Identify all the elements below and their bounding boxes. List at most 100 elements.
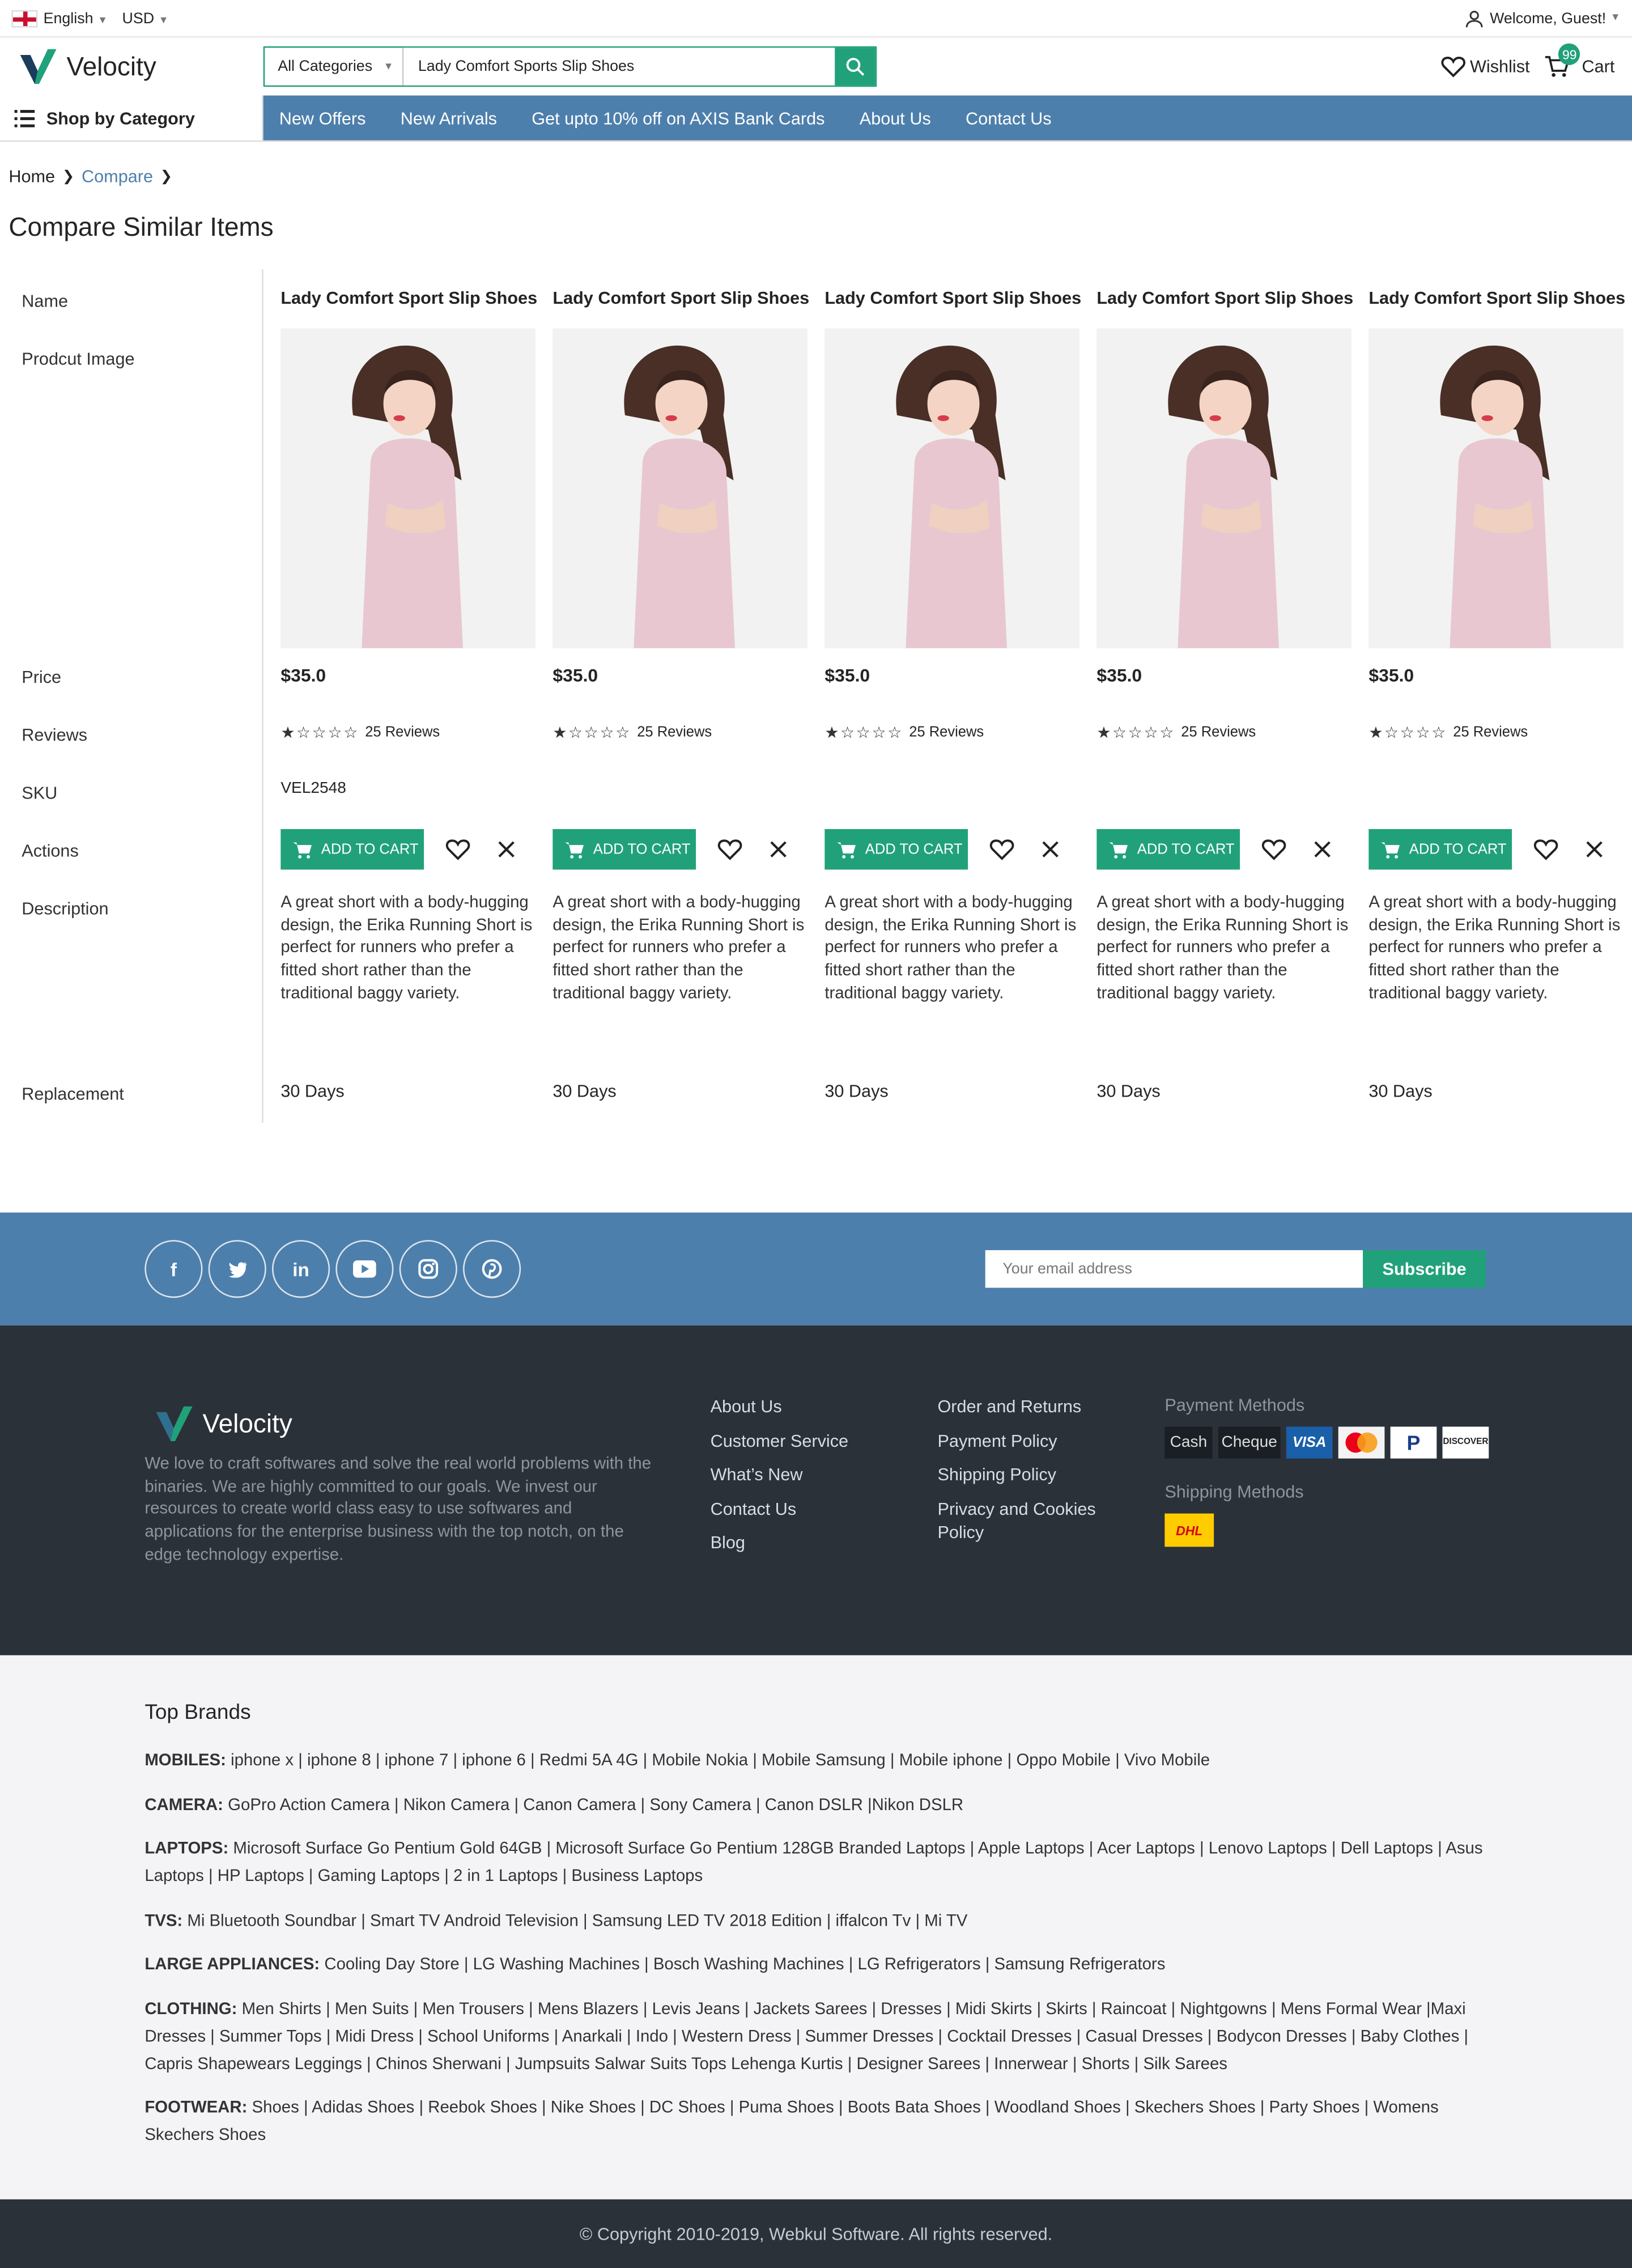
add-to-cart-button[interactable]: ADD TO CART — [824, 829, 968, 870]
brand-group-items[interactable]: Men Shirts | Men Suits | Men Trousers | … — [144, 2001, 1468, 2073]
review-count: 25 Reviews — [637, 725, 712, 741]
footer-link-customer-service[interactable]: Customer Service — [711, 1429, 849, 1452]
footer-logo[interactable]: Velocity — [154, 1404, 292, 1444]
language-selector[interactable]: English ▼ — [44, 10, 108, 27]
heart-icon — [989, 839, 1014, 860]
footer-link-whats-new[interactable]: What’s New — [711, 1463, 849, 1486]
remove-from-compare-button[interactable] — [1307, 834, 1338, 865]
brand-group-items[interactable]: Shoes | Adidas Shoes | Reebok Shoes | Ni… — [144, 2100, 1438, 2144]
product-image[interactable] — [280, 328, 536, 648]
footer-link-contact-us[interactable]: Contact Us — [711, 1497, 849, 1520]
brand-group-label: CAMERA: — [144, 1796, 223, 1814]
remove-from-compare-button[interactable] — [491, 834, 522, 865]
footer-link-shipping-policy[interactable]: Shipping Policy — [937, 1463, 1125, 1486]
remove-from-compare-button[interactable] — [1035, 834, 1066, 865]
search-input[interactable] — [403, 48, 835, 86]
add-to-cart-button[interactable]: ADD TO CART — [552, 829, 696, 870]
pinterest-icon[interactable] — [463, 1240, 521, 1298]
nav-link-axis-offer[interactable]: Get upto 10% off on AXIS Bank Cards — [532, 108, 824, 128]
product-image[interactable] — [1096, 328, 1352, 648]
add-to-wishlist-button[interactable] — [1529, 834, 1561, 865]
breadcrumb-home[interactable]: Home — [8, 167, 55, 187]
velocity-logo-icon — [20, 49, 57, 84]
remove-from-compare-button[interactable] — [763, 834, 794, 865]
add-to-cart-label: ADD TO CART — [593, 841, 691, 857]
payment-methods-title: Payment Methods — [1164, 1395, 1305, 1416]
brand-group-items[interactable]: Mi Bluetooth Soundbar | Smart TV Android… — [187, 1912, 967, 1930]
row-label-actions: Actions — [22, 840, 79, 861]
product-image[interactable] — [1368, 328, 1624, 648]
search-button[interactable] — [835, 48, 876, 86]
add-to-wishlist-button[interactable] — [985, 834, 1017, 865]
footer-link-privacy-policy[interactable]: Privacy and Cookies Policy — [937, 1497, 1125, 1543]
product-reviews[interactable]: ★☆☆☆☆ 25 Reviews — [824, 724, 984, 742]
shipping-methods-title: Shipping Methods — [1164, 1481, 1304, 1502]
brand-group-items[interactable]: iphone x | iphone 8 | iphone 7 | iphone … — [231, 1752, 1210, 1770]
nav-link-new-arrivals[interactable]: New Arrivals — [401, 108, 497, 128]
nav-link-about-us[interactable]: About Us — [860, 108, 931, 128]
heart-icon — [1441, 57, 1465, 78]
top-bar: English ▼ USD ▼ Welcome, Guest! ▼ — [0, 0, 1632, 38]
category-select[interactable]: All Categories ▼ — [265, 48, 404, 86]
add-to-wishlist-button[interactable] — [441, 834, 473, 865]
add-to-cart-label: ADD TO CART — [1409, 841, 1507, 857]
product-name[interactable]: Lady Comfort Sport Slip Shoes — [280, 288, 537, 308]
star-rating-icon: ★☆☆☆☆ — [824, 725, 903, 742]
footer-link-order-returns[interactable]: Order and Returns — [937, 1395, 1125, 1418]
product-name[interactable]: Lady Comfort Sport Slip Shoes — [824, 288, 1081, 308]
welcome-text: Welcome, Guest! — [1490, 9, 1606, 27]
linkedin-icon[interactable]: in — [271, 1240, 330, 1298]
dhl-icon: DHL — [1164, 1513, 1214, 1547]
product-name[interactable]: Lady Comfort Sport Slip Shoes — [1368, 288, 1625, 308]
brand-group: CLOTHING: Men Shirts | Men Suits | Men T… — [144, 1996, 1490, 2079]
breadcrumb-compare[interactable]: Compare — [82, 167, 153, 187]
star-rating-icon: ★☆☆☆☆ — [1368, 725, 1447, 742]
shop-by-category-button[interactable]: Shop by Category — [0, 95, 264, 141]
brand-group-items[interactable]: Microsoft Surface Go Pentium Gold 64GB |… — [144, 1841, 1482, 1885]
cart-link[interactable]: 99 Cart — [1544, 43, 1614, 78]
brand-group: TVS: Mi Bluetooth Soundbar | Smart TV An… — [144, 1908, 1490, 1935]
product-image[interactable] — [824, 328, 1080, 648]
close-icon — [1042, 841, 1059, 857]
product-reviews[interactable]: ★☆☆☆☆ 25 Reviews — [1368, 724, 1528, 742]
brand-group-items[interactable]: Cooling Day Store | LG Washing Machines … — [324, 1956, 1165, 1974]
nav-link-new-offers[interactable]: New Offers — [279, 108, 366, 128]
product-name[interactable]: Lady Comfort Sport Slip Shoes — [1096, 288, 1353, 308]
footer-link-payment-policy[interactable]: Payment Policy — [937, 1429, 1125, 1452]
facebook-icon[interactable]: f — [144, 1240, 203, 1298]
add-to-wishlist-button[interactable] — [713, 834, 745, 865]
account-menu[interactable]: Welcome, Guest! ▼ — [1464, 8, 1621, 28]
cart-icon — [565, 842, 584, 858]
product-reviews[interactable]: ★☆☆☆☆ 25 Reviews — [552, 724, 712, 742]
product-image[interactable] — [552, 328, 808, 648]
add-to-cart-label: ADD TO CART — [865, 841, 963, 857]
product-name[interactable]: Lady Comfort Sport Slip Shoes — [552, 288, 809, 308]
product-reviews[interactable]: ★☆☆☆☆ 25 Reviews — [280, 724, 440, 742]
compare-table: Name Prodcut Image Price Reviews SKU Act… — [0, 269, 1632, 1123]
twitter-icon[interactable] — [208, 1240, 266, 1298]
logo[interactable]: Velocity — [18, 46, 264, 87]
row-label-image: Prodcut Image — [22, 349, 135, 369]
nav-link-contact-us[interactable]: Contact Us — [966, 108, 1052, 128]
star-rating-icon: ★☆☆☆☆ — [552, 725, 631, 742]
wishlist-link[interactable]: Wishlist — [1441, 55, 1530, 78]
row-label-price: Price — [22, 667, 62, 687]
footer-link-about-us[interactable]: About Us — [711, 1395, 849, 1418]
remove-from-compare-button[interactable] — [1579, 834, 1610, 865]
currency-selector[interactable]: USD ▼ — [122, 10, 168, 27]
brand-group-items[interactable]: GoPro Action Camera | Nikon Camera | Can… — [228, 1796, 963, 1814]
email-input[interactable]: Your email address — [985, 1250, 1363, 1288]
youtube-icon[interactable] — [335, 1240, 394, 1298]
subscribe-button[interactable]: Subscribe — [1363, 1250, 1486, 1288]
brand-group-label: LARGE APPLIANCES: — [144, 1956, 320, 1974]
cart-icon — [1381, 842, 1400, 858]
instagram-icon[interactable] — [399, 1240, 457, 1298]
product-photo — [552, 328, 808, 648]
cheque-icon: Cheque — [1218, 1426, 1281, 1459]
add-to-wishlist-button[interactable] — [1257, 834, 1289, 865]
add-to-cart-button[interactable]: ADD TO CART — [280, 829, 424, 870]
footer-link-blog[interactable]: Blog — [711, 1531, 849, 1554]
product-reviews[interactable]: ★☆☆☆☆ 25 Reviews — [1096, 724, 1256, 742]
add-to-cart-button[interactable]: ADD TO CART — [1368, 829, 1512, 870]
add-to-cart-button[interactable]: ADD TO CART — [1096, 829, 1240, 870]
